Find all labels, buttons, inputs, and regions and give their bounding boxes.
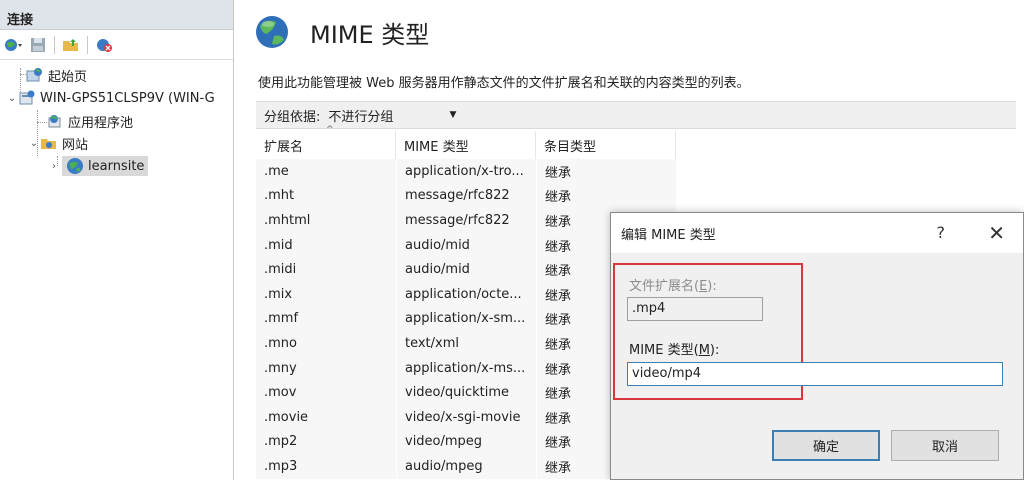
page-title: MIME 类型: [310, 20, 430, 49]
extension-cell: .mny: [256, 355, 396, 381]
extension-label-end: ):: [707, 279, 717, 294]
entry-type-cell: 继承: [536, 183, 676, 209]
extension-cell: .mp2: [256, 429, 396, 455]
tree-label: 网站: [62, 137, 89, 153]
extension-cell: .movie: [256, 404, 396, 430]
mime-type-cell: text/xml: [396, 331, 536, 356]
app-pool-icon: [48, 115, 61, 128]
mime-type-cell: audio/mid: [396, 257, 536, 282]
mime-type-cell: audio/mpeg: [396, 454, 536, 479]
tree-item-start-page[interactable]: 起始页: [26, 64, 87, 86]
extension-cell: .mp3: [256, 454, 396, 479]
entry-type-cell: 继承: [536, 159, 676, 184]
column-header-mime-type[interactable]: MIME 类型: [396, 131, 536, 159]
table-row[interactable]: .mht message/rfc822 继承: [256, 183, 676, 209]
tree-item-sites[interactable]: ⌄ 网站: [28, 132, 88, 154]
mime-label-accesskey: M: [698, 343, 710, 358]
connections-title: 连接: [0, 0, 233, 30]
mime-label-end: ):: [709, 343, 720, 358]
extension-field: .mp4: [627, 297, 763, 321]
mime-type-input[interactable]: video/mp4: [627, 362, 1003, 386]
extension-cell: .mid: [256, 232, 396, 258]
column-header-extension[interactable]: 扩展名: [256, 131, 396, 159]
tree-item-server[interactable]: ⌄ WIN-GPS51CLSP9V (WIN-G: [6, 87, 215, 109]
mime-type-cell: video/mpeg: [396, 429, 536, 455]
help-button[interactable]: ?: [937, 223, 946, 242]
page-description: 使用此功能管理被 Web 服务器用作静态文件的文件扩展名和关联的内容类型的列表。: [258, 76, 750, 91]
extension-cell: .mix: [256, 281, 396, 307]
server-icon: [19, 90, 35, 105]
group-by-dropdown[interactable]: 不进行分组 ▼: [324, 103, 464, 127]
table-header: 扩展名 MIME 类型 条目类型: [256, 131, 676, 159]
extension-cell: .midi: [256, 257, 396, 282]
tree-label: learnsite: [88, 158, 145, 174]
save-icon[interactable]: [27, 34, 49, 56]
chevron-down-icon[interactable]: ⌄: [6, 93, 18, 104]
tree-label: 起始页: [48, 69, 88, 85]
selected-node-highlight: learnsite: [62, 156, 149, 176]
folder-up-icon[interactable]: [60, 34, 82, 56]
chevron-down-icon[interactable]: ⌄: [28, 138, 40, 149]
extension-cell: .mno: [256, 331, 396, 356]
mime-type-cell: application/x-ms...: [396, 355, 536, 381]
chevron-right-icon[interactable]: ›: [48, 161, 60, 172]
edit-mime-type-dialog: 编辑 MIME 类型 ? ✕ 文件扩展名(E): .mp4 MIME 类型(M)…: [610, 212, 1024, 480]
toolbar-separator: [54, 35, 55, 54]
extension-cell: .me: [256, 159, 396, 184]
mime-globe-icon: [256, 16, 288, 48]
mime-type-cell: application/x-tro...: [396, 159, 536, 184]
mime-type-cell: application/octe...: [396, 281, 536, 307]
tree-label: 应用程序池: [68, 115, 134, 131]
mime-label-text: MIME 类型(: [629, 343, 699, 358]
mime-type-cell: video/quicktime: [396, 380, 536, 405]
extension-cell: .mht: [256, 183, 396, 209]
mime-type-cell: audio/mid: [396, 232, 536, 258]
connections-toolbar: [0, 30, 233, 60]
globe-connect-icon[interactable]: [3, 34, 25, 56]
sort-ascending-icon: ^: [326, 125, 334, 135]
table-row[interactable]: .me application/x-tro... 继承: [256, 159, 676, 184]
start-page-icon: [26, 68, 42, 82]
cancel-button[interactable]: 取消: [891, 430, 999, 461]
dialog-title: 编辑 MIME 类型: [621, 227, 716, 243]
column-header-entry-type[interactable]: 条目类型: [536, 131, 676, 159]
dialog-titlebar: 编辑 MIME 类型 ? ✕: [611, 213, 1023, 253]
ok-button[interactable]: 确定: [772, 430, 880, 461]
close-icon[interactable]: ✕: [988, 221, 1005, 245]
mime-type-cell: application/x-sm...: [396, 306, 536, 332]
disconnect-icon[interactable]: [93, 34, 115, 56]
tree-item-app-pools[interactable]: 应用程序池: [46, 110, 133, 132]
sites-folder-icon: [41, 139, 56, 149]
extension-cell: .mmf: [256, 306, 396, 332]
extension-cell: .mhtml: [256, 208, 396, 233]
tree-label: WIN-GPS51CLSP9V (WIN-G: [40, 90, 215, 106]
toolbar-separator: [87, 35, 88, 54]
mime-type-label: MIME 类型(M):: [629, 339, 719, 358]
extension-label: 文件扩展名(E):: [629, 275, 717, 294]
group-by-value: 不进行分组: [328, 109, 394, 125]
extension-cell: .mov: [256, 380, 396, 405]
mime-type-cell: message/rfc822: [396, 208, 536, 233]
group-by-label: 分组依据:: [264, 109, 321, 125]
group-by-bar: 分组依据: 不进行分组 ▼: [256, 101, 1016, 129]
tree-item-learnsite[interactable]: › learnsite: [48, 155, 149, 177]
extension-label-text: 文件扩展名(: [629, 279, 700, 294]
connections-pane: 连接 起始页 ⌄ WIN-GPS51CLSP9V (WIN-G 应用程序池 ⌄ …: [0, 0, 234, 480]
dropdown-arrow-icon: ▼: [449, 110, 457, 120]
iis-manager-window: 连接 起始页 ⌄ WIN-GPS51CLSP9V (WIN-G 应用程序池 ⌄ …: [0, 0, 1024, 480]
mime-type-cell: message/rfc822: [396, 183, 536, 209]
globe-icon: [67, 158, 83, 174]
page-header: MIME 类型: [254, 14, 429, 50]
mime-type-cell: video/x-sgi-movie: [396, 404, 536, 430]
